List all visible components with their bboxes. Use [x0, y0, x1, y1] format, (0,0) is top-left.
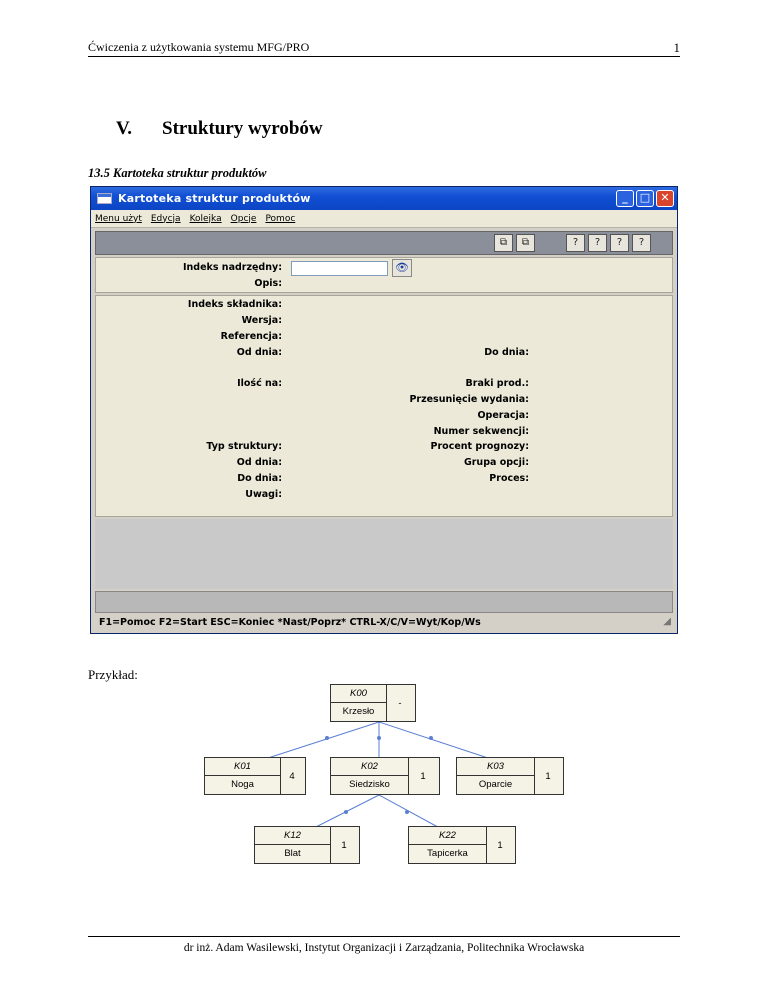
product-tree: K00 Krzesło - K01 Noga 4 K02 Siedzisko 1…: [0, 0, 768, 994]
node-name: Noga: [205, 776, 281, 794]
connector-line: [378, 721, 489, 759]
node-name: Siedzisko: [331, 776, 409, 794]
connector-arrow: [344, 810, 348, 814]
node-qty: 1: [497, 840, 503, 851]
node-code: K00: [331, 685, 387, 703]
node-name: Tapicerka: [409, 845, 487, 863]
node-name: Krzesło: [331, 703, 387, 721]
node-name: Oparcie: [457, 776, 535, 794]
tree-node: K01 Noga 4: [204, 757, 306, 795]
node-qty: -: [398, 698, 402, 709]
tree-node-root: K00 Krzesło -: [330, 684, 416, 722]
connector-line: [267, 721, 380, 759]
connector-arrow: [429, 736, 433, 740]
tree-node: K12 Blat 1: [254, 826, 360, 864]
connector-arrow: [325, 736, 329, 740]
node-qty: 1: [545, 771, 551, 782]
node-qty: 1: [420, 771, 426, 782]
node-name: Blat: [255, 845, 331, 863]
footer-rule: [88, 936, 680, 937]
node-qty: 1: [341, 840, 347, 851]
node-code: K03: [457, 758, 535, 776]
node-code: K02: [331, 758, 409, 776]
node-code: K01: [205, 758, 281, 776]
connector-arrow: [405, 810, 409, 814]
node-code: K12: [255, 827, 331, 845]
tree-connectors: [267, 721, 489, 833]
tree-node: K03 Oparcie 1: [456, 757, 564, 795]
node-qty: 4: [289, 771, 295, 782]
tree-node: K02 Siedzisko 1: [330, 757, 440, 795]
tree-node: K22 Tapicerka 1: [408, 826, 516, 864]
node-code: K22: [409, 827, 487, 845]
page-footer: dr inż. Adam Wasilewski, Instytut Organi…: [183, 942, 585, 954]
connector-arrow: [377, 736, 381, 740]
